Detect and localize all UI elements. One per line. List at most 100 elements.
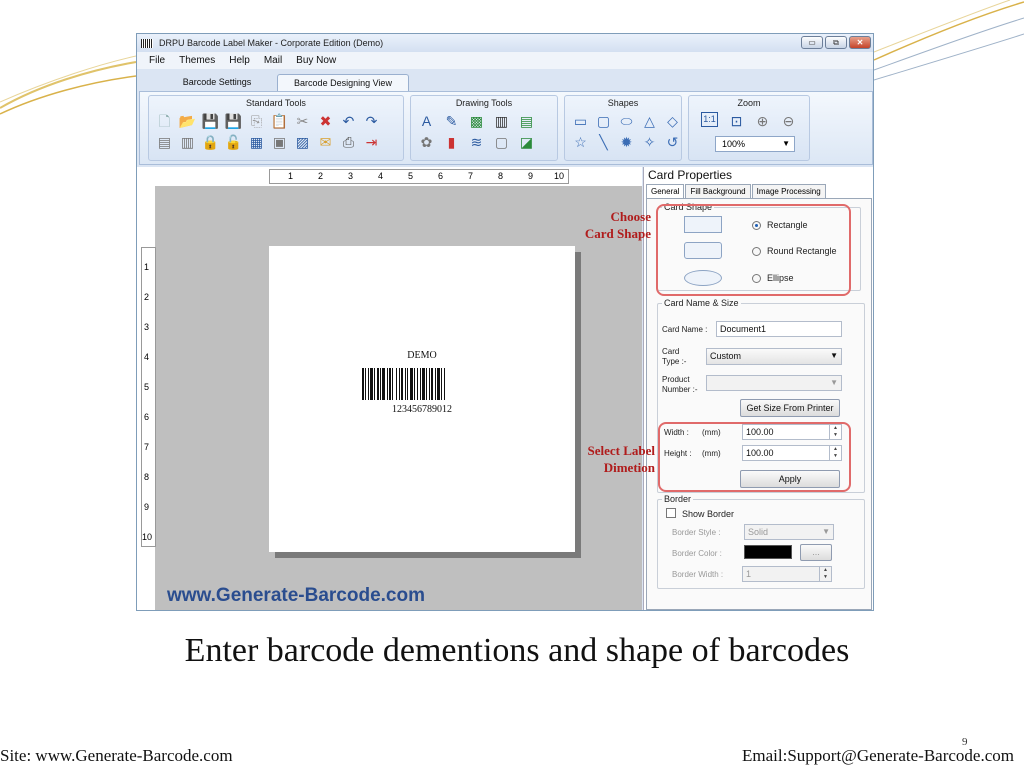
- border-width-value: 1: [746, 569, 752, 579]
- card-properties-title: Card Properties: [648, 168, 733, 182]
- zoom-select[interactable]: 100% ▼: [715, 136, 795, 152]
- barcode-bar: [401, 368, 403, 400]
- save-icon[interactable]: 💾: [201, 112, 220, 129]
- ruler-left-label: 9: [144, 502, 150, 512]
- tab-general[interactable]: General: [646, 184, 685, 198]
- ruler-horizontal: 1 2 3 4 5 6 7 8 9 10: [269, 169, 569, 184]
- barcode-bar: [431, 368, 433, 400]
- card-name-field[interactable]: Document1: [716, 321, 842, 337]
- restore-button[interactable]: ⧉: [825, 36, 847, 49]
- menu-buy-now[interactable]: Buy Now: [296, 55, 336, 66]
- redo-icon[interactable]: ↷: [362, 112, 381, 129]
- menu-mail[interactable]: Mail: [264, 55, 282, 66]
- image-icon[interactable]: ▨: [293, 133, 312, 150]
- border-color-swatch[interactable]: [744, 545, 792, 559]
- ruler-left-label: 6: [144, 412, 150, 422]
- fit-to-window-icon[interactable]: ⊡: [727, 112, 746, 129]
- fill-icon[interactable]: ◪: [517, 133, 536, 150]
- cut-icon[interactable]: ✂: [293, 112, 312, 129]
- product-number-select[interactable]: ▼: [706, 375, 842, 391]
- properties-tabs: General Fill Background Image Processing: [646, 184, 827, 198]
- triangle-shape-icon[interactable]: △: [640, 112, 659, 129]
- watermark-icon[interactable]: ≋: [467, 133, 486, 150]
- barcode-bar: [370, 368, 373, 400]
- diamond-shape-icon[interactable]: ◇: [663, 112, 682, 129]
- delete-icon[interactable]: ✖: [316, 112, 335, 129]
- card-shape-highlight: [656, 204, 851, 296]
- border-legend: Border: [662, 494, 694, 504]
- signature-icon[interactable]: ▤: [517, 112, 536, 129]
- puzzle-icon[interactable]: ✿: [417, 133, 436, 150]
- select-dimension-annotation: Select Label Dimetion: [537, 442, 655, 476]
- send-back-icon[interactable]: ▥: [178, 133, 197, 150]
- pencil-icon[interactable]: ✎: [442, 112, 461, 129]
- tab-fill-background[interactable]: Fill Background: [685, 184, 751, 198]
- actual-size-icon[interactable]: 1:1: [701, 112, 718, 127]
- border-color-picker-button[interactable]: ...: [800, 544, 832, 561]
- copy-icon[interactable]: ⎘: [247, 112, 266, 129]
- choose-shape-annotation: Choose Card Shape: [537, 208, 651, 242]
- rectangle-shape-icon[interactable]: ▭: [571, 112, 590, 129]
- ruler-top-label: 9: [528, 171, 534, 181]
- ruler-left-label: 1: [144, 262, 150, 272]
- email-icon[interactable]: ✉: [316, 133, 335, 150]
- choose-shape-line2: Card Shape: [584, 226, 651, 241]
- text-tool-icon[interactable]: A: [417, 112, 436, 129]
- database-icon[interactable]: ▣: [270, 133, 289, 150]
- barcode-tool-icon[interactable]: ▥: [492, 112, 511, 129]
- barcode-bar: [435, 368, 436, 400]
- tab-barcode-settings[interactable]: Barcode Settings: [167, 74, 267, 91]
- tab-image-processing[interactable]: Image Processing: [751, 184, 826, 198]
- barcode-bar: [392, 368, 393, 400]
- border-color-label: Border Color :: [672, 549, 722, 558]
- exit-icon[interactable]: ⇥: [362, 133, 381, 150]
- ruler-left-label: 5: [144, 382, 150, 392]
- paste-icon[interactable]: 📋: [270, 112, 289, 129]
- star-shape-icon[interactable]: ☆: [571, 133, 590, 150]
- bring-front-icon[interactable]: ▤: [155, 133, 174, 150]
- line-shape-icon[interactable]: ╲: [594, 133, 613, 150]
- chevron-down-icon: ▼: [782, 139, 790, 148]
- print-icon[interactable]: ⎙: [339, 133, 358, 150]
- label-card[interactable]: DEMO 123456789012: [269, 246, 575, 552]
- ellipse-shape-icon[interactable]: ⬭: [617, 112, 636, 129]
- menu-file[interactable]: File: [149, 55, 165, 66]
- arc-shape-icon[interactable]: ↺: [663, 133, 682, 150]
- ruler-left-label: 3: [144, 322, 150, 332]
- tab-barcode-designing-view[interactable]: Barcode Designing View: [277, 74, 409, 91]
- border-width-label: Border Width :: [672, 570, 724, 579]
- slide-caption: Enter barcode dementions and shape of ba…: [184, 632, 850, 669]
- barcode-bar: [405, 368, 406, 400]
- minimize-button[interactable]: ▭: [801, 36, 823, 49]
- grid-icon[interactable]: ▦: [247, 133, 266, 150]
- zoom-out-icon[interactable]: ⊖: [779, 112, 798, 129]
- save-as-icon[interactable]: 💾: [224, 112, 243, 129]
- unlock-icon[interactable]: 🔓: [224, 133, 243, 150]
- card-type-select[interactable]: Custom ▼: [706, 348, 842, 365]
- lock-icon[interactable]: 🔒: [201, 133, 220, 150]
- get-size-from-printer-button[interactable]: Get Size From Printer: [740, 399, 840, 417]
- picture-icon[interactable]: ▩: [467, 112, 486, 129]
- border-width-field[interactable]: 1 ▲ ▼: [742, 566, 832, 582]
- show-border-checkbox[interactable]: [666, 508, 676, 518]
- frame-icon[interactable]: ▢: [492, 133, 511, 150]
- zoom-in-icon[interactable]: ⊕: [753, 112, 772, 129]
- star4-shape-icon[interactable]: ✧: [640, 133, 659, 150]
- rounded-rectangle-shape-icon[interactable]: ▢: [594, 112, 613, 129]
- chevron-down-icon: ▼: [830, 351, 838, 360]
- drawing-tools-title: Drawing Tools: [455, 98, 513, 108]
- barcode-bar: [410, 368, 413, 400]
- border-style-select[interactable]: Solid ▼: [744, 524, 834, 540]
- menu-help[interactable]: Help: [229, 55, 250, 66]
- library-icon[interactable]: ▮: [442, 133, 461, 150]
- undo-icon[interactable]: ↶: [339, 112, 358, 129]
- close-button[interactable]: ✕: [849, 36, 871, 49]
- barcode-bar: [422, 368, 425, 400]
- open-icon[interactable]: 📂: [178, 112, 197, 129]
- shapes-title: Shapes: [607, 98, 639, 108]
- new-icon[interactable]: 🗋: [155, 112, 174, 129]
- border-width-spinner[interactable]: ▲ ▼: [819, 567, 831, 581]
- burst-shape-icon[interactable]: ✹: [617, 133, 636, 150]
- menu-themes[interactable]: Themes: [179, 55, 215, 66]
- border-style-label: Border Style :: [672, 528, 721, 537]
